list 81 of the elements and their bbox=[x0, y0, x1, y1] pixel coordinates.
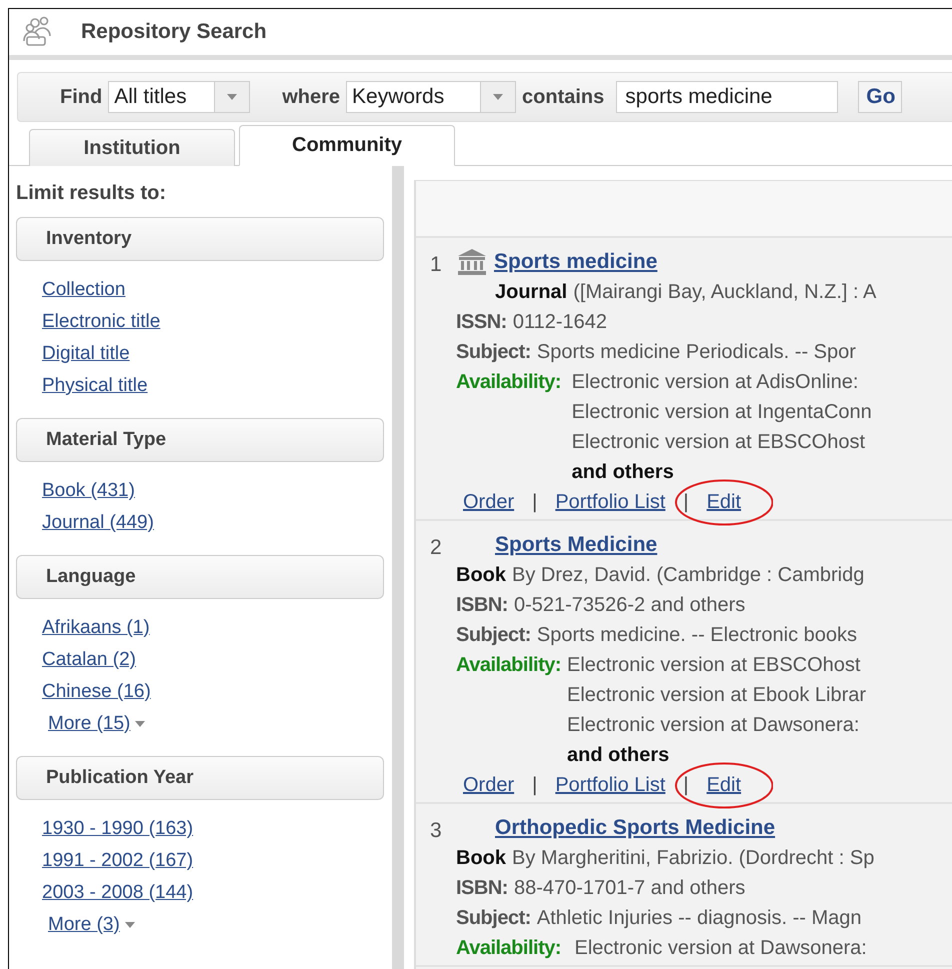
field-label: ISBN: bbox=[456, 876, 508, 900]
facet-link[interactable]: Chinese (16) bbox=[42, 679, 151, 704]
result-title-link[interactable]: Sports Medicine bbox=[495, 533, 658, 557]
availability-line: Electronic version at EBSCOhost bbox=[572, 430, 866, 454]
field-value: Athletic Injuries -- diagnosis. -- Magn bbox=[536, 906, 862, 930]
field-label: ISBN: bbox=[456, 594, 508, 616]
separator-text: | bbox=[683, 490, 689, 514]
action-link[interactable]: Portfolio List bbox=[555, 774, 666, 796]
tab[interactable]: Institution bbox=[29, 129, 235, 166]
availability-label: Availability: bbox=[456, 654, 562, 676]
facet-link[interactable]: Journal (449) bbox=[42, 510, 154, 535]
facet-link[interactable]: Collection bbox=[42, 277, 126, 302]
result-number: 3 bbox=[430, 818, 443, 844]
find-dropdown[interactable]: All titles bbox=[108, 81, 250, 113]
caret-icon bbox=[226, 93, 238, 101]
field-label: Subject: bbox=[456, 340, 531, 364]
availability-line: Electronic version at Dawsonera: bbox=[574, 936, 867, 960]
field-value: Sports medicine Periodicals. -- Spor bbox=[536, 340, 856, 364]
go-button[interactable]: Go bbox=[858, 81, 902, 113]
separator-text: | bbox=[683, 774, 689, 796]
sidebar-heading: Limit results to: bbox=[16, 182, 168, 205]
material-type: Book bbox=[456, 846, 506, 870]
separator-text: | bbox=[532, 774, 538, 796]
field-value: 0112-1642 bbox=[512, 310, 608, 334]
caret-icon bbox=[124, 920, 136, 928]
more-link[interactable]: More (15) bbox=[48, 711, 146, 736]
facet-link[interactable]: Afrikaans (1) bbox=[42, 615, 150, 640]
field-label: ISSN: bbox=[456, 310, 507, 334]
facet-header[interactable]: Inventory bbox=[16, 217, 384, 261]
separator-text: | bbox=[532, 490, 538, 514]
material-type: Book bbox=[456, 564, 506, 586]
panel-splitter[interactable] bbox=[392, 166, 404, 969]
availability-line: Electronic version at Dawsonera: bbox=[567, 714, 860, 736]
facet-header[interactable]: Language bbox=[16, 555, 384, 599]
result-number: 1 bbox=[430, 252, 443, 278]
where-dropdown[interactable]: Keywords bbox=[346, 81, 516, 113]
field-value: Sports medicine. -- Electronic books bbox=[536, 624, 858, 646]
more-link[interactable]: More (3) bbox=[48, 912, 136, 937]
caret-icon bbox=[134, 720, 146, 728]
page-title: Repository Search bbox=[81, 20, 267, 44]
and-others-text: and others bbox=[567, 744, 670, 766]
availability-line: Electronic version at Ebook Librar bbox=[567, 684, 866, 706]
facet-link[interactable]: Physical title bbox=[42, 373, 148, 398]
find-label: Find bbox=[60, 86, 102, 108]
action-link[interactable]: Order bbox=[463, 490, 514, 514]
facet-link[interactable]: Digital title bbox=[42, 341, 130, 366]
caret-icon bbox=[492, 93, 504, 101]
field-label: Subject: bbox=[456, 906, 531, 930]
facet-header[interactable]: Material Type bbox=[16, 418, 384, 462]
result-title-link[interactable]: Sports medicine bbox=[494, 250, 658, 274]
availability-line: Electronic version at AdisOnline: bbox=[572, 370, 858, 394]
field-label: Subject: bbox=[456, 624, 531, 646]
availability-label: Availability: bbox=[456, 370, 562, 394]
publication-details: By Drez, David. (Cambridge : Cambridg bbox=[512, 564, 864, 586]
tab[interactable]: Community bbox=[239, 125, 455, 166]
action-link[interactable]: Edit bbox=[706, 490, 742, 514]
facet-link[interactable]: 1930 - 1990 (163) bbox=[42, 816, 194, 841]
where-label: where bbox=[282, 86, 340, 108]
facet-link[interactable]: Catalan (2) bbox=[42, 647, 136, 672]
availability-line: Electronic version at EBSCOhost bbox=[567, 654, 860, 676]
result-number: 2 bbox=[430, 535, 443, 561]
facet-header[interactable]: Publication Year bbox=[16, 756, 384, 800]
publication-details: ([Mairangi Bay, Auckland, N.Z.] : A bbox=[573, 280, 876, 304]
and-others-text: and others bbox=[572, 460, 674, 484]
action-link[interactable]: Order bbox=[463, 774, 514, 796]
field-value: 0-521-73526-2 and others bbox=[514, 594, 746, 616]
search-field[interactable]: sports medicine bbox=[616, 81, 838, 113]
institution-icon bbox=[456, 248, 488, 276]
facet-link[interactable]: 1991 - 2002 (167) bbox=[42, 848, 194, 873]
action-link[interactable]: Portfolio List bbox=[555, 490, 666, 514]
facet-link[interactable]: 2003 - 2008 (144) bbox=[42, 880, 194, 905]
contains-label: contains bbox=[522, 86, 604, 108]
availability-line: Electronic version at IngentaConn bbox=[572, 400, 872, 424]
facet-link[interactable]: Book (431) bbox=[42, 478, 135, 503]
result-title-link[interactable]: Orthopedic Sports Medicine bbox=[495, 816, 776, 840]
publication-details: By Margheritini, Fabrizio. (Dordrecht : Sp bbox=[512, 846, 874, 870]
action-link[interactable]: Edit bbox=[706, 774, 742, 796]
field-value: 88-470-1701-7 and others bbox=[514, 876, 746, 900]
material-type: Journal bbox=[495, 280, 568, 304]
facet-link[interactable]: Electronic title bbox=[42, 309, 160, 334]
availability-label: Availability: bbox=[456, 936, 562, 960]
